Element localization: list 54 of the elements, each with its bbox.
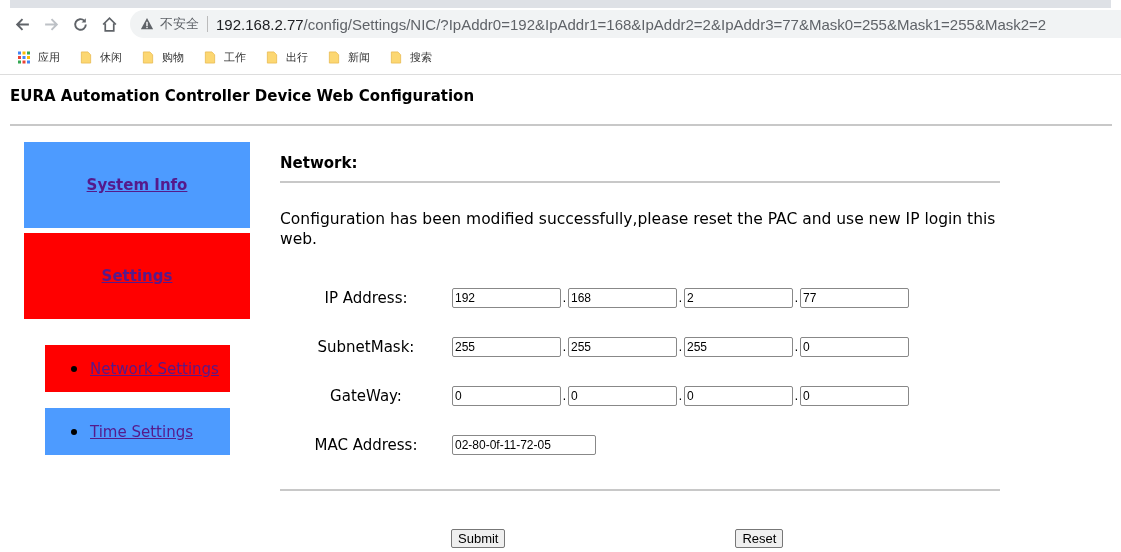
bullet-icon [71, 428, 77, 435]
folder-icon [266, 50, 278, 64]
input-field[interactable]: 255 [684, 336, 793, 357]
home-icon[interactable] [101, 15, 118, 33]
dot-separator: . [793, 339, 800, 354]
input-field[interactable]: 0 [684, 385, 793, 406]
address-bar[interactable]: 不安全 192.168.2.77/config/Settings/NIC/?IpAddr0=192&IpAddr1=168&IpAddr2=2&IpAddr3=77&Mask0=255&Mask1=255&Mask2=2 [130, 10, 1121, 38]
folder-icon [80, 50, 92, 64]
folder-icon [390, 50, 402, 64]
bookmark[interactable]: 工作 [204, 49, 246, 65]
bookmark[interactable]: 休闲 [80, 49, 122, 65]
dot-separator: . [677, 339, 684, 354]
input-field[interactable]: 0 [800, 385, 909, 406]
folder-icon [328, 50, 340, 64]
dot-separator: . [677, 388, 684, 403]
dot-separator: . [561, 388, 568, 403]
input-field[interactable]: 0 [800, 336, 909, 357]
nav-item[interactable]: System Info [24, 142, 250, 228]
status-message: Configuration has been modified successfully,please reset the PAC and use new IP login this web. [280, 209, 997, 249]
page-title: EURA Automation Controller Device Web Configuration [10, 87, 476, 107]
nav-link[interactable]: Time Settings [90, 422, 193, 441]
reset-button[interactable]: Reset [735, 529, 784, 548]
bookmark[interactable]: 搜索 [390, 49, 432, 65]
input-field[interactable]: 255 [452, 336, 561, 357]
reload-icon[interactable] [72, 15, 89, 33]
dot-separator: . [561, 290, 568, 305]
bookmark[interactable]: 新闻 [328, 49, 370, 65]
nav-subitem[interactable]: Time Settings [45, 408, 230, 455]
bookmark[interactable]: 应用 [18, 49, 60, 65]
input-field[interactable]: 168 [568, 287, 677, 308]
section-title: Network: [280, 154, 359, 172]
field-label: IP Address: [323, 288, 409, 307]
bookmark[interactable]: 出行 [266, 49, 308, 65]
bookmark[interactable]: 购物 [142, 49, 184, 65]
dot-separator: . [793, 290, 800, 305]
dot-separator: . [561, 339, 568, 354]
warning-icon [140, 17, 154, 31]
input-field[interactable]: 0 [452, 385, 561, 406]
folder-icon [142, 50, 154, 64]
field-label: GateWay: [329, 386, 403, 405]
input-field[interactable]: 255 [568, 336, 677, 357]
input-field[interactable]: 2 [684, 287, 793, 308]
submit-button[interactable]: Submit [451, 529, 506, 548]
input-field[interactable]: 77 [800, 287, 909, 308]
dot-separator: . [793, 388, 800, 403]
bullet-icon [71, 365, 77, 372]
field-label: MAC Address: [313, 435, 419, 454]
field-label: SubnetMask: [316, 337, 416, 356]
apps-icon [18, 50, 30, 64]
input-field[interactable]: 02-80-0f-11-72-05 [452, 434, 596, 455]
dot-separator: . [677, 290, 684, 305]
input-field[interactable]: 0 [568, 385, 677, 406]
input-field[interactable]: 192 [452, 287, 561, 308]
folder-icon [204, 50, 216, 64]
